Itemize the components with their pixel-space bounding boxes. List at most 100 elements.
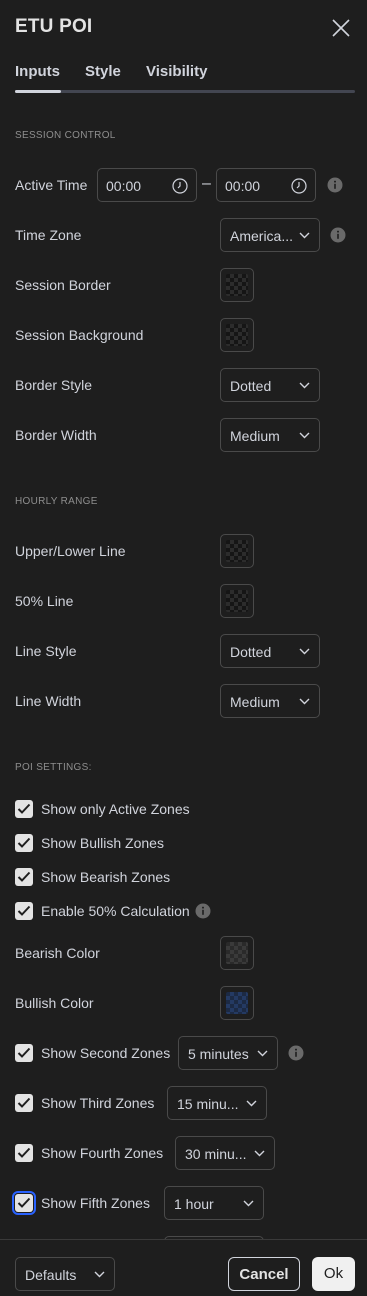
ok-label: Ok <box>323 1265 344 1282</box>
show-third-zones-label[interactable]: Show Third Zones <box>41 1095 154 1111</box>
border-width-value: Medium <box>230 428 280 444</box>
chevron-down-icon <box>299 698 310 705</box>
checkmark-icon <box>17 837 31 848</box>
color-preview <box>226 992 248 1014</box>
line-style-value: Dotted <box>230 644 272 660</box>
enable-50-calculation-label[interactable]: Enable 50% Calculation <box>41 903 190 919</box>
chevron-down-icon <box>257 1050 268 1057</box>
time-zone-select[interactable]: America... <box>220 218 320 252</box>
chevron-down-icon <box>243 1200 254 1207</box>
line-style-label: Line Style <box>15 643 77 659</box>
defaults-button[interactable]: Defaults <box>15 1257 115 1291</box>
upper-lower-line-label: Upper/Lower Line <box>15 543 126 559</box>
tab-visibility[interactable]: Visibility <box>146 63 207 80</box>
line-style-select[interactable]: Dotted <box>220 634 320 668</box>
color-preview <box>226 540 248 562</box>
checkmark-icon <box>17 1097 31 1108</box>
show-third-zones-checkbox[interactable] <box>15 1094 33 1112</box>
chevron-down-icon <box>246 1100 257 1107</box>
show-second-zones-checkbox[interactable] <box>15 1044 33 1062</box>
chevron-down-icon <box>299 648 310 655</box>
defaults-label: Defaults <box>25 1267 77 1283</box>
show-bearish-zones-checkbox[interactable] <box>15 868 33 886</box>
show-only-active-zones-label[interactable]: Show only Active Zones <box>41 801 190 817</box>
color-preview <box>226 590 248 612</box>
show-only-active-zones-checkbox[interactable] <box>15 800 33 818</box>
show-bearish-zones-label[interactable]: Show Bearish Zones <box>41 869 170 885</box>
enable-50-calculation-checkbox[interactable] <box>15 902 33 920</box>
cancel-label: Cancel <box>239 1266 289 1283</box>
info-icon[interactable] <box>195 903 211 919</box>
chevron-down-icon <box>94 1271 105 1278</box>
bullish-color-swatch[interactable] <box>220 986 254 1020</box>
show-fifth-zones-checkbox[interactable] <box>12 1191 36 1215</box>
upper-lower-line-color-swatch[interactable] <box>220 534 254 568</box>
color-preview <box>226 942 248 964</box>
dialog-title: ETU POI <box>15 16 93 37</box>
session-background-label: Session Background <box>15 327 144 343</box>
border-style-value: Dotted <box>230 378 272 394</box>
show-fourth-zones-label[interactable]: Show Fourth Zones <box>41 1145 163 1161</box>
time-separator: – <box>202 175 211 192</box>
active-time-label: Active Time <box>15 177 88 193</box>
ok-button[interactable]: Ok <box>312 1257 355 1291</box>
chevron-down-icon <box>299 232 310 239</box>
bearish-color-label: Bearish Color <box>15 945 100 961</box>
border-style-label: Border Style <box>15 377 93 393</box>
session-border-label: Session Border <box>15 277 111 293</box>
close-icon[interactable] <box>332 19 350 37</box>
second-zones-timeframe-select[interactable]: 5 minutes <box>178 1036 278 1070</box>
checkmark-icon <box>17 905 31 916</box>
tab-active-indicator <box>15 90 61 93</box>
info-icon[interactable] <box>330 227 346 243</box>
checkmark-icon <box>17 1197 31 1208</box>
checkmark-icon <box>17 803 31 814</box>
color-preview <box>226 324 248 346</box>
section-heading-session-control: SESSION CONTROL <box>15 130 116 141</box>
section-heading-poi-settings: POI SETTINGS: <box>15 762 92 773</box>
show-bullish-zones-checkbox[interactable] <box>15 834 33 852</box>
chevron-down-icon <box>254 1150 265 1157</box>
session-background-color-swatch[interactable] <box>220 318 254 352</box>
bearish-color-swatch[interactable] <box>220 936 254 970</box>
tab-track <box>15 90 355 93</box>
info-icon[interactable] <box>288 1045 304 1061</box>
chevron-down-icon <box>299 432 310 439</box>
session-border-color-swatch[interactable] <box>220 268 254 302</box>
border-width-label: Border Width <box>15 427 97 443</box>
checkmark-icon <box>17 1047 31 1058</box>
info-icon[interactable] <box>327 177 343 193</box>
line-width-select[interactable]: Medium <box>220 684 320 718</box>
active-time-end-input[interactable]: 00:00 <box>216 168 316 202</box>
border-width-select[interactable]: Medium <box>220 418 320 452</box>
fifth-zones-timeframe-value: 1 hour <box>174 1196 214 1212</box>
fifty-line-color-swatch[interactable] <box>220 584 254 618</box>
third-zones-timeframe-select[interactable]: 15 minu... <box>167 1086 267 1120</box>
checkmark-icon <box>17 871 31 882</box>
active-time-start-value: 00:00 <box>106 178 142 194</box>
fourth-zones-timeframe-value: 30 minu... <box>185 1146 247 1162</box>
show-fourth-zones-checkbox[interactable] <box>15 1144 33 1162</box>
fourth-zones-timeframe-select[interactable]: 30 minu... <box>175 1136 275 1170</box>
show-second-zones-label[interactable]: Show Second Zones <box>41 1045 170 1061</box>
footer-divider <box>0 1239 367 1240</box>
fifth-zones-timeframe-select[interactable]: 1 hour <box>164 1186 264 1220</box>
clock-icon[interactable] <box>291 178 307 194</box>
fifty-line-label: 50% Line <box>15 593 74 609</box>
third-zones-timeframe-value: 15 minu... <box>177 1096 239 1112</box>
show-fifth-zones-label[interactable]: Show Fifth Zones <box>41 1195 150 1211</box>
bullish-color-label: Bullish Color <box>15 995 94 1011</box>
checkmark-icon <box>17 1147 31 1158</box>
cancel-button[interactable]: Cancel <box>228 1257 300 1291</box>
show-bullish-zones-label[interactable]: Show Bullish Zones <box>41 835 164 851</box>
tab-inputs[interactable]: Inputs <box>15 63 60 80</box>
time-zone-label: Time Zone <box>15 227 82 243</box>
section-heading-hourly-range: HOURLY RANGE <box>15 496 98 507</box>
active-time-start-input[interactable]: 00:00 <box>97 168 197 202</box>
clock-icon[interactable] <box>172 178 188 194</box>
color-preview <box>226 274 248 296</box>
tab-style[interactable]: Style <box>85 63 121 80</box>
line-width-value: Medium <box>230 694 280 710</box>
border-style-select[interactable]: Dotted <box>220 368 320 402</box>
line-width-label: Line Width <box>15 693 82 709</box>
